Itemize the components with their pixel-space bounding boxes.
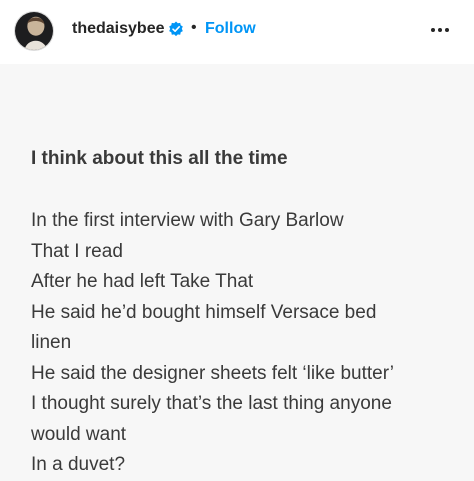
username-link[interactable]: thedaisybee	[72, 19, 164, 39]
avatar[interactable]	[14, 11, 54, 51]
verified-badge-icon	[169, 21, 183, 37]
post-line: In the first interview with Gary Barlow	[31, 210, 344, 231]
post-line: In a duvet?	[31, 454, 126, 475]
post-line: He said he’d bought himself Versace bed	[31, 301, 377, 323]
post-line: After he had left Take That	[31, 271, 254, 292]
avatar-image	[15, 12, 53, 50]
more-options-button[interactable]	[428, 20, 452, 40]
post-title: I think about this all the time	[31, 148, 288, 169]
follow-button[interactable]: Follow	[205, 19, 256, 39]
post-line: That I read	[31, 240, 123, 262]
post-line: would want	[31, 423, 127, 445]
separator-dot: •	[191, 19, 197, 36]
post-header: thedaisybee • Follow	[0, 0, 474, 64]
post-line: I thought surely that’s the last thing a…	[31, 393, 392, 414]
post-body: In the first interview with Gary Barlow …	[31, 206, 461, 481]
post-line: linen	[31, 332, 72, 353]
more-options-icon	[431, 28, 449, 32]
post-line: He said the designer sheets felt ‘like b…	[31, 362, 394, 384]
